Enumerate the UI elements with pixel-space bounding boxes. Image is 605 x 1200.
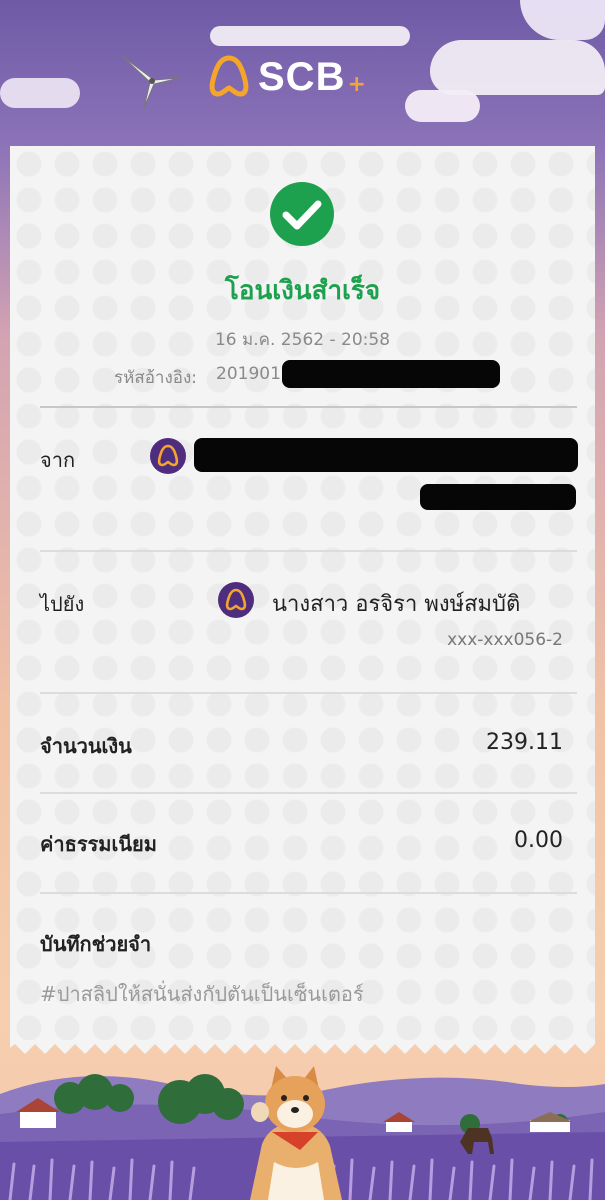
redaction-mark — [420, 484, 576, 510]
amount-label: จำนวนเงิน — [40, 734, 132, 758]
recipient-name: นางสาว อรจิรา พงษ์สมบัติ — [272, 592, 521, 617]
divider — [40, 892, 577, 894]
receipt-zigzag-edge — [10, 1040, 595, 1054]
fee-value: 0.00 — [514, 828, 563, 853]
reference-label: รหัสอ้างอิง: — [114, 368, 198, 388]
to-label: ไปยัง — [40, 592, 85, 616]
bird-icon — [121, 55, 181, 109]
scb-logo: SCB + — [206, 54, 366, 100]
reference-value: 2019011 — [216, 364, 292, 384]
cloud — [210, 26, 410, 46]
transaction-datetime: 16 ม.ค. 2562 - 20:58 — [214, 330, 391, 350]
lavender-field-illustration — [0, 1066, 605, 1200]
brand-name: SCB — [258, 54, 346, 99]
fee-label: ค่าธรรมเนียม — [40, 832, 157, 856]
divider — [40, 692, 577, 694]
amount-value: 239.11 — [486, 730, 563, 755]
brand-plus: + — [347, 71, 366, 97]
check-circle-icon — [270, 182, 334, 246]
transfer-success-title: โอนเงินสำเร็จ — [224, 276, 381, 306]
scb-logo-icon — [150, 438, 186, 474]
recipient-account: xxx-xxx056-2 — [447, 630, 563, 650]
memo-label: บันทึกช่วยจำ — [40, 932, 152, 956]
redaction-mark — [282, 360, 500, 388]
cloud — [405, 90, 480, 122]
cloud — [520, 0, 605, 40]
divider — [40, 406, 577, 408]
memo-text: #ปาสลิปให้สนั่นส่งกัปตันเป็นเซ็นเตอร์ — [40, 982, 364, 1006]
header: SCB + — [0, 0, 605, 150]
divider — [40, 550, 577, 552]
cloud — [0, 78, 80, 108]
redaction-mark — [194, 438, 578, 472]
from-label: จาก — [40, 448, 76, 472]
scb-logo-icon — [218, 582, 254, 618]
cloud — [430, 40, 605, 95]
scb-logo-icon — [209, 55, 249, 97]
divider — [40, 792, 577, 794]
